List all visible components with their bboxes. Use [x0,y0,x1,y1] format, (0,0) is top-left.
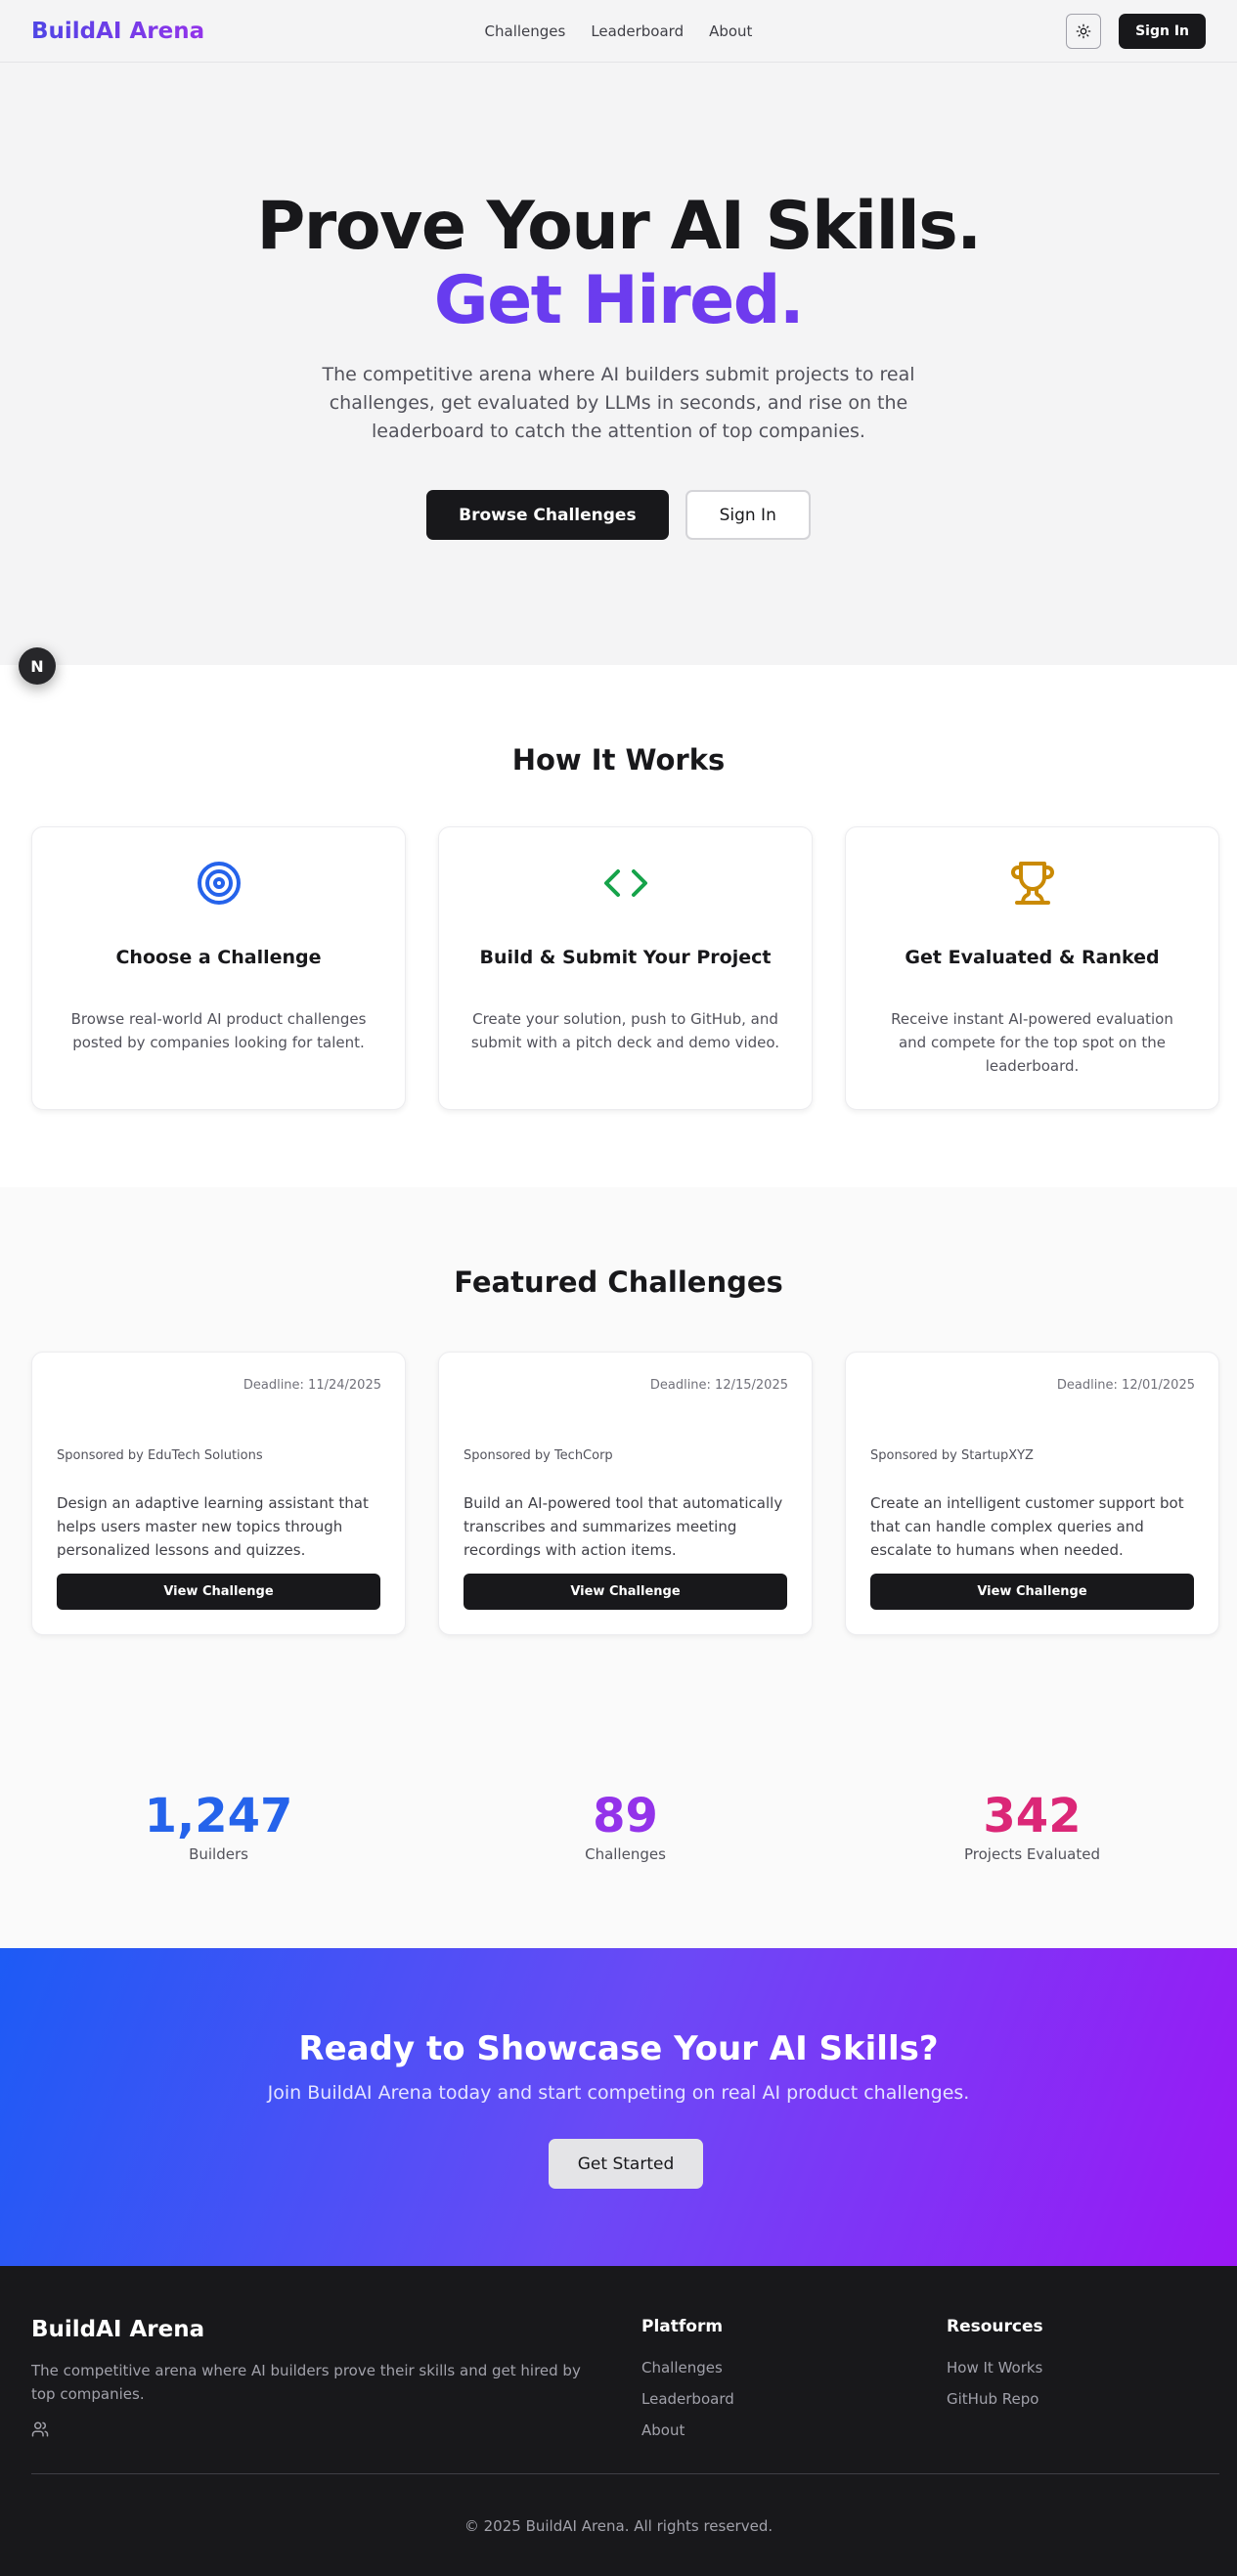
hero-subtitle: The competitive arena where AI builders … [322,364,915,442]
trophy-icon [846,859,1218,908]
nav-link-leaderboard[interactable]: Leaderboard [591,22,684,40]
footer-platform-column: Platform Challenges Leaderboard About [641,2317,734,2446]
footer-link-challenges[interactable]: Challenges [641,2352,734,2383]
challenge-sponsor: Sponsored by TechCorp [464,1448,613,1463]
stat-value: 1,247 [144,1789,293,1843]
stat-label: Builders [189,1845,248,1863]
footer-brand: BuildAI Arena [31,2317,205,2342]
brand-logo[interactable]: BuildAI Arena [31,19,204,44]
how-card-build: Build & Submit Your Project Create your … [438,826,813,1110]
how-it-works-section: How It Works Choose a Challenge Browse r… [0,665,1237,1187]
challenge-deadline: Deadline: 11/24/2025 [243,1378,381,1393]
challenge-description: Design an adaptive learning assistant th… [57,1494,369,1559]
featured-title: Featured Challenges [454,1266,783,1299]
featured-challenges-section: Featured Challenges Deadline: 11/24/2025… [0,1187,1237,1715]
challenge-description: Create an intelligent customer support b… [870,1494,1184,1559]
browse-challenges-button[interactable]: Browse Challenges [426,490,669,540]
hero-section: Prove Your AI Skills. Get Hired. The com… [0,63,1237,665]
nav-link-challenges[interactable]: Challenges [485,22,566,40]
hero-title-accent: Get Hired. [0,264,1237,338]
nav-link-about[interactable]: About [709,22,752,40]
footer-divider [31,2473,1219,2474]
how-card-choose: Choose a Challenge Browse real-world AI … [31,826,406,1110]
stat-value: 89 [593,1789,658,1843]
how-card-text: Create your solution, push to GitHub, an… [470,1010,780,1051]
challenge-card: Deadline: 12/01/2025 Sponsored by Startu… [845,1352,1219,1635]
challenge-sponsor: Sponsored by StartupXYZ [870,1448,1034,1463]
hero-title: Prove Your AI Skills. Get Hired. [0,190,1237,338]
challenge-sponsor: Sponsored by EduTech Solutions [57,1448,263,1463]
how-card-text: Receive instant AI-powered evaluation an… [891,1010,1173,1075]
footer-copyright: © 2025 BuildAI Arena. All rights reserve… [464,2517,773,2535]
stat-projects: 342 Projects Evaluated [845,1789,1219,1863]
challenge-deadline: Deadline: 12/15/2025 [649,1378,788,1393]
nav-sign-in-button[interactable]: Sign In [1119,13,1206,49]
hero-sign-in-button[interactable]: Sign In [685,490,811,540]
next-dev-badge[interactable]: N [19,647,56,685]
footer-link-leaderboard[interactable]: Leaderboard [641,2383,734,2415]
footer-resources-column: Resources How It Works GitHub Repo [947,2317,1043,2415]
code-icon [439,859,812,908]
footer-tagline: The competitive arena where AI builders … [31,2362,581,2403]
top-nav: BuildAI Arena Challenges Leaderboard Abo… [0,0,1237,63]
challenge-card: Deadline: 11/24/2025 Sponsored by EduTec… [31,1352,406,1635]
how-card-title: Choose a Challenge [115,947,322,968]
nav-actions: Sign In [1066,13,1206,49]
site-footer: BuildAI Arena The competitive arena wher… [0,2266,1237,2576]
challenge-card: Deadline: 12/15/2025 Sponsored by TechCo… [438,1352,813,1635]
challenge-deadline: Deadline: 12/01/2025 [1056,1378,1195,1393]
cta-title: Ready to Showcase Your AI Skills? [298,2029,939,2068]
target-icon [32,859,405,908]
how-it-works-title: How It Works [511,743,726,777]
users-icon[interactable] [31,2421,49,2442]
footer-link-about[interactable]: About [641,2415,734,2446]
footer-link-github-repo[interactable]: GitHub Repo [947,2383,1043,2415]
theme-toggle-button[interactable] [1066,13,1102,49]
how-card-title: Build & Submit Your Project [479,947,772,968]
how-card-text: Browse real-world AI product challenges … [70,1010,367,1051]
challenge-description: Build an AI-powered tool that automatica… [464,1494,783,1559]
view-challenge-button[interactable]: View Challenge [57,1574,380,1610]
cta-subtitle: Join BuildAI Arena today and start compe… [267,2082,970,2104]
sun-icon [1076,23,1091,38]
footer-link-how-it-works[interactable]: How It Works [947,2352,1043,2383]
get-started-button[interactable]: Get Started [549,2139,703,2189]
stat-label: Challenges [585,1845,666,1863]
footer-column-title: Resources [947,2317,1043,2336]
view-challenge-button[interactable]: View Challenge [464,1574,787,1610]
hero-title-line1: Prove Your AI Skills. [256,188,982,265]
stat-label: Projects Evaluated [964,1845,1100,1863]
view-challenge-button[interactable]: View Challenge [870,1574,1194,1610]
how-card-evaluate: Get Evaluated & Ranked Receive instant A… [845,826,1219,1110]
cta-section: Ready to Showcase Your AI Skills? Join B… [0,1948,1237,2266]
stat-builders: 1,247 Builders [31,1789,406,1863]
stats-section: 1,247 Builders 89 Challenges 342 Project… [0,1715,1237,1948]
footer-column-title: Platform [641,2317,724,2336]
stat-value: 342 [983,1789,1082,1843]
hero-actions: Browse Challenges Sign In [0,490,1237,540]
how-card-title: Get Evaluated & Ranked [905,947,1160,968]
stat-challenges: 89 Challenges [438,1789,813,1863]
